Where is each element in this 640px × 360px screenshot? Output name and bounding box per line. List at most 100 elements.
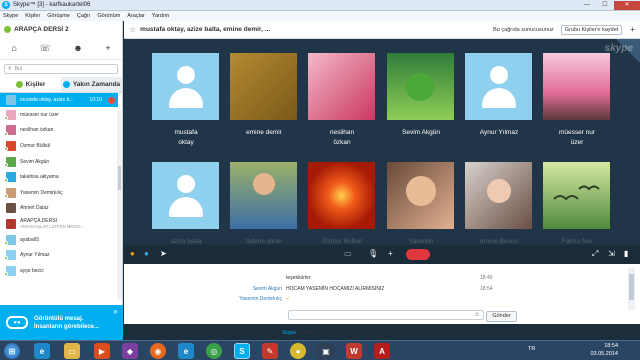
contact-list-scrollbar[interactable] xyxy=(117,110,122,300)
scrollbar-thumb[interactable] xyxy=(629,274,634,300)
menu-view[interactable]: Görünüm xyxy=(97,13,120,19)
menu-conversation[interactable]: Görüşme xyxy=(47,13,70,19)
chrome-icon[interactable]: ◎ xyxy=(206,343,222,359)
menu-contacts[interactable]: Kişiler xyxy=(25,13,40,19)
send-via-selector[interactable]: Skype vasıtasıyla ▾ xyxy=(282,330,325,336)
contact-item[interactable]: Özmur Bülbül xyxy=(0,138,118,154)
contact-item[interactable]: müesser nur üzer xyxy=(0,107,118,123)
windows-taskbar: ⊞ e ▭ ▶ ◆ ◉ e ◎ S ✎ ● ▣ W A TR 18:54 03.… xyxy=(0,340,640,360)
scrollbar-thumb[interactable] xyxy=(118,166,121,190)
default-avatar-icon xyxy=(152,53,219,120)
contact-item[interactable]: Yasemin Demirkılıç xyxy=(0,185,118,201)
contact-item[interactable]: Sevim Akgün xyxy=(0,154,118,170)
search-icon: ⚲ xyxy=(8,66,12,72)
promo-line1: Görüntülü mesaj. xyxy=(34,315,84,322)
message-time: 18:40 xyxy=(480,275,493,281)
send-button[interactable]: Gönder xyxy=(486,311,517,322)
language-indicator[interactable]: TR xyxy=(528,346,535,352)
firefox-icon[interactable]: ◉ xyxy=(150,343,166,359)
fullscreen-icon[interactable]: ⤢ xyxy=(592,249,598,259)
avatar xyxy=(6,218,16,229)
contact-item[interactable]: ayaba65 xyxy=(0,232,118,248)
contact-name: neslihan özkan xyxy=(20,127,54,134)
menu-tools[interactable]: Araçlar xyxy=(127,13,144,19)
participant-name: emine demir xyxy=(246,129,282,136)
promo-line2: İnsanların görebilece... xyxy=(34,323,100,330)
online-status-icon xyxy=(4,240,8,245)
contact-list: mustafa oktay, azize b... 10:10 müesser … xyxy=(0,93,118,305)
call-quality-icon[interactable]: ● xyxy=(130,249,135,258)
skype-taskbar-icon[interactable]: S xyxy=(234,343,250,359)
favorite-star-icon[interactable]: ☆ xyxy=(129,25,136,34)
save-group-button[interactable]: Grubu Kişiler'e kaydet xyxy=(560,24,623,35)
promo-text: Görüntülü mesaj. İnsanların görebilece... xyxy=(34,315,99,331)
contact-item[interactable]: Aynur Yılmaz xyxy=(0,247,118,263)
group-call-stage: skype mustafa oktay emine demir neslihan… xyxy=(124,39,640,245)
home-icon[interactable]: ⌂ xyxy=(11,43,16,53)
video-off-icon[interactable]: ▭ xyxy=(344,249,352,258)
contact-item[interactable]: neslihan özkan xyxy=(0,123,118,139)
menu-skype[interactable]: Skype xyxy=(3,13,18,19)
participant-photo-birds xyxy=(543,162,610,229)
via-service: Skype xyxy=(282,330,296,336)
sidebar-toolbar: ⌂ ☏ ☻ + xyxy=(0,37,122,60)
close-promo-icon[interactable]: ✕ xyxy=(113,309,118,316)
close-button[interactable]: ✕ xyxy=(614,0,640,10)
video-message-promo[interactable]: ●● Görüntülü mesaj. İnsanların görebilece… xyxy=(0,305,123,340)
app-icon[interactable]: ● xyxy=(290,343,306,359)
hang-up-button[interactable] xyxy=(406,249,430,260)
ie-icon-2[interactable]: e xyxy=(178,343,194,359)
video-message-icon: ●● xyxy=(6,316,28,329)
add-icon[interactable]: + xyxy=(388,249,393,258)
participant-photo-pink xyxy=(308,53,375,120)
group-icon[interactable]: ☻ xyxy=(73,43,82,53)
skype-logo-icon: S xyxy=(2,1,10,9)
call-controls: ● ● ➤ ▭ 🎙︎ + ⤢ ⇲ ▮ xyxy=(124,245,640,264)
emoticon-icon[interactable]: ☺ xyxy=(474,312,480,318)
microphone-icon[interactable]: 🎙︎ xyxy=(368,249,378,258)
tab-contacts[interactable]: Kişiler xyxy=(0,77,61,92)
baby-face xyxy=(406,176,436,206)
app-icon[interactable]: ▣ xyxy=(318,343,334,359)
add-participant-icon[interactable]: + xyxy=(630,25,635,34)
participant-tile-default xyxy=(465,53,532,120)
online-status-icon xyxy=(4,131,8,136)
participant-photo-blossom xyxy=(543,53,610,120)
start-button-icon[interactable]: ⊞ xyxy=(4,343,20,359)
participant-name: Özmur Bülbül xyxy=(322,238,362,245)
minimize-button[interactable]: — xyxy=(578,1,596,10)
signal-icon: ▮ xyxy=(624,249,629,258)
acrobat-icon[interactable]: A xyxy=(374,343,390,359)
media-player-icon[interactable]: ▶ xyxy=(94,343,110,359)
search-input[interactable]: ⚲ Bul xyxy=(4,64,118,74)
app-icon[interactable]: ✎ xyxy=(262,343,278,359)
visual-studio-icon[interactable]: ◆ xyxy=(122,343,138,359)
menu-call[interactable]: Çağrı xyxy=(77,13,90,19)
via-label: vasıtasıyla ▾ xyxy=(297,330,325,336)
chat-scrollbar[interactable] xyxy=(628,268,635,310)
menu-bar: Skype Kişiler Görüşme Çağrı Görünüm Araç… xyxy=(0,11,640,21)
tab-recent-label: Yakın Zamanda xyxy=(72,81,121,88)
maximize-button[interactable]: ☐ xyxy=(596,1,614,10)
folder-icon[interactable]: ▭ xyxy=(64,343,80,359)
online-status-icon xyxy=(4,25,11,33)
contact-item-group-call[interactable]: mustafa oktay, azize b... 10:10 xyxy=(0,93,118,107)
chat-icon[interactable]: ● xyxy=(144,249,149,258)
contact-item[interactable]: Ahmet Dalaz xyxy=(0,201,118,217)
message-input[interactable]: ☺ xyxy=(288,310,484,320)
contact-item[interactable]: ARAPÇA DERSİ ARKADAŞLAR LÜTFEN MİKRO... xyxy=(0,216,118,232)
add-contact-icon[interactable]: + xyxy=(105,43,110,53)
call-phones-icon[interactable]: ☏ xyxy=(39,43,50,54)
search-placeholder: Bul xyxy=(14,66,22,72)
recent-icon xyxy=(62,81,70,88)
system-clock[interactable]: 18:54 03.05.2014 xyxy=(590,342,618,358)
app-icon[interactable]: W xyxy=(346,343,362,359)
sidebar-tabs: Kişiler Yakın Zamanda xyxy=(0,77,122,93)
profile-header[interactable]: ARAPÇA DERSİ 2 xyxy=(0,21,122,37)
tab-recent[interactable]: Yakın Zamanda xyxy=(61,77,122,92)
expand-icon[interactable]: ⇲ xyxy=(608,249,615,258)
menu-help[interactable]: Yardım xyxy=(152,13,169,19)
contact-item[interactable]: takahisa akiyama xyxy=(0,169,118,185)
ie-icon[interactable]: e xyxy=(34,343,50,359)
contact-item[interactable]: ayşe bezci xyxy=(0,263,118,279)
